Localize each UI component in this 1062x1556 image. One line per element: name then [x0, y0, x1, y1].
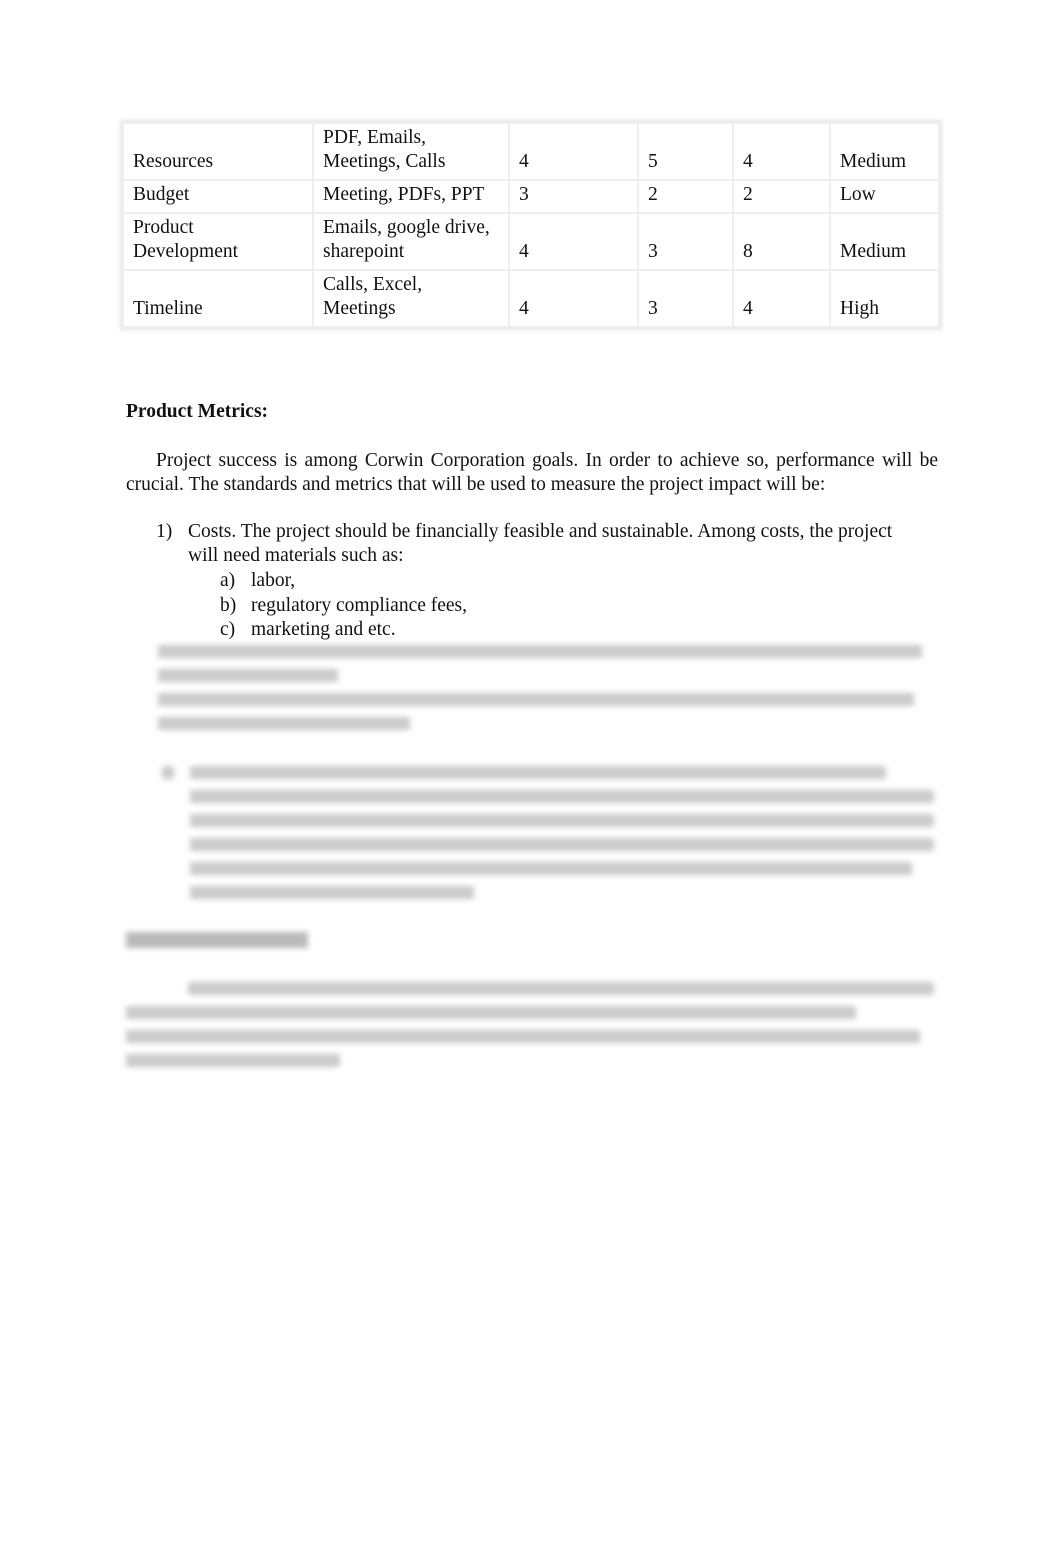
sub-list-item: regulatory compliance fees,	[251, 594, 468, 616]
table-row: Resources PDF, Emails, Meetings, Calls 4 5 4 M…	[122, 122, 940, 181]
section-heading: Product Metrics:	[126, 401, 269, 422]
cell-value: 8	[732, 212, 831, 271]
intro-paragraph: Project success is among Corwin Corporat…	[126, 450, 938, 495]
channel-line: Emails, google drive,	[323, 217, 490, 238]
cell-value: 3	[637, 269, 734, 328]
cell-value: 5	[637, 122, 734, 181]
cell-value: 4	[732, 269, 831, 328]
cell-level: Medium	[829, 122, 940, 181]
cell-value: 4	[508, 212, 639, 271]
cell-level: Medium	[829, 212, 940, 271]
channel-line: Calls, Excel,	[323, 274, 423, 295]
cell-area: Resources	[122, 122, 314, 181]
cell-value: 2	[637, 179, 734, 214]
list-item-costs: Costs. The project should be financially…	[188, 521, 893, 566]
list-marker: 1)	[156, 521, 173, 542]
channel-line: sharepoint	[323, 241, 405, 262]
table-row: Budget Meeting, PDFs, PPT 3 2 2 Low	[122, 179, 940, 214]
channel-line: Meetings	[323, 298, 396, 319]
sub-list-marker: a)	[220, 570, 236, 591]
sub-list-marker: c)	[220, 619, 236, 640]
cell-channels: Emails, google drive, sharepoint	[312, 212, 510, 271]
cell-value: 4	[508, 122, 639, 181]
channel-line: Meetings, Calls	[323, 151, 446, 172]
cell-level: Low	[829, 179, 940, 214]
table-row: Timeline Calls, Excel, Meetings 4 3 4 High	[122, 269, 940, 328]
cell-value: 3	[637, 212, 734, 271]
sub-list-item: marketing and etc.	[251, 619, 396, 640]
cell-channels: Meeting, PDFs, PPT	[312, 179, 510, 214]
communication-table: Resources PDF, Emails, Meetings, Calls 4 5 4 M…	[122, 122, 940, 328]
cell-area: Budget	[122, 179, 314, 214]
cell-value: 4	[508, 269, 639, 328]
channel-line: Meeting, PDFs, PPT	[323, 184, 485, 205]
cell-value: 3	[508, 179, 639, 214]
sub-list-marker: b)	[220, 594, 237, 616]
channel-line: PDF, Emails,	[323, 127, 426, 148]
cell-value: 2	[732, 179, 831, 214]
cell-channels: Calls, Excel, Meetings	[312, 269, 510, 328]
cell-value: 4	[732, 122, 831, 181]
table-row: Product Development Emails, google drive,…	[122, 212, 940, 271]
sub-list-item: labor,	[251, 570, 296, 591]
cell-area: Timeline	[122, 269, 314, 328]
cell-channels: PDF, Emails, Meetings, Calls	[312, 122, 510, 181]
cell-area: Product Development	[122, 212, 314, 271]
cell-level: High	[829, 269, 940, 328]
